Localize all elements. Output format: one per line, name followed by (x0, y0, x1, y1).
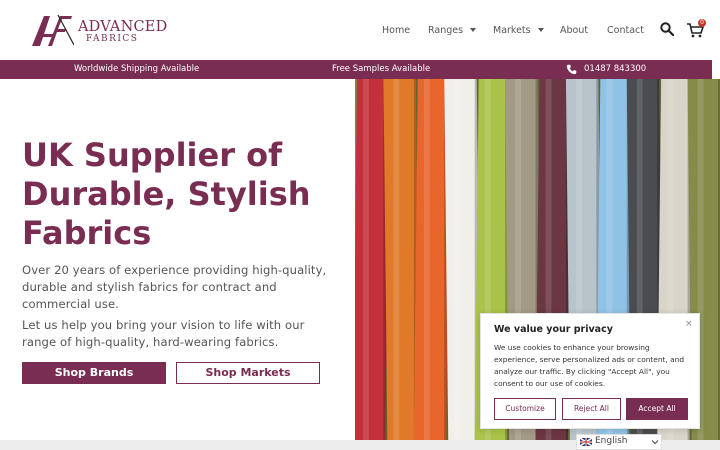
nav-about[interactable]: About (560, 23, 588, 37)
uk-flag-icon (580, 438, 592, 446)
logo[interactable]: ADVANCED FABRICS (30, 12, 167, 48)
cookie-reject-button[interactable]: Reject All (562, 398, 621, 420)
nav-ranges[interactable]: Ranges (428, 23, 477, 37)
swatch-highlight (393, 79, 400, 440)
cookie-accept-button[interactable]: Accept All (626, 398, 688, 420)
phone-number[interactable]: 01487 843300 (584, 64, 646, 74)
samples-notice: Free Samples Available (332, 64, 431, 74)
nav-ranges-label: Ranges (428, 24, 464, 36)
chevron-down-icon (470, 28, 477, 32)
cookie-consent-banner: We value your privacy × We use cookies t… (480, 313, 700, 429)
cart-count-badge: 0 (698, 19, 706, 27)
nav-home[interactable]: Home (382, 23, 410, 37)
nav-markets-label: Markets (493, 24, 531, 36)
nav-contact-label: Contact (607, 24, 644, 36)
swatch-highlight (363, 79, 369, 440)
nav-contact[interactable]: Contact (607, 23, 644, 37)
language-label: English (595, 436, 628, 446)
cookie-customize-button[interactable]: Customize (494, 398, 556, 420)
swatch-highlight (423, 79, 430, 440)
shipping-notice: Worldwide Shipping Available (74, 64, 200, 74)
language-selector[interactable]: English (576, 434, 662, 450)
shop-markets-button[interactable]: Shop Markets (176, 362, 320, 384)
info-bar: Worldwide Shipping Available Free Sample… (0, 60, 712, 79)
nav-home-label: Home (382, 24, 411, 36)
hero-intro: Over 20 years of experience providing hi… (22, 263, 327, 311)
chevron-down-icon (651, 440, 659, 445)
phone-icon (566, 64, 577, 75)
nav-about-label: About (560, 24, 589, 36)
hero-cta-text: Let us help you bring your vision to lif… (22, 318, 305, 349)
nav-markets[interactable]: Markets (493, 23, 544, 37)
hero-title: UK Supplier of Durable, Stylish Fabrics (22, 136, 311, 252)
cookie-title: We value your privacy (494, 324, 613, 335)
logo-subtitle: FABRICS (86, 34, 139, 44)
swatch-highlight (454, 79, 461, 440)
site-header: ADVANCED FABRICS Home Ranges Markets Abo… (0, 0, 720, 60)
shop-brands-button[interactable]: Shop Brands (22, 362, 166, 384)
chevron-down-icon (537, 28, 544, 32)
search-icon[interactable] (660, 22, 674, 36)
logo-mark-icon (32, 14, 74, 46)
close-icon[interactable]: × (685, 319, 693, 329)
logo-wordmark: ADVANCED (78, 19, 168, 35)
hero-section (0, 79, 355, 440)
cookie-description: We use cookies to enhance your browsing … (494, 343, 685, 388)
